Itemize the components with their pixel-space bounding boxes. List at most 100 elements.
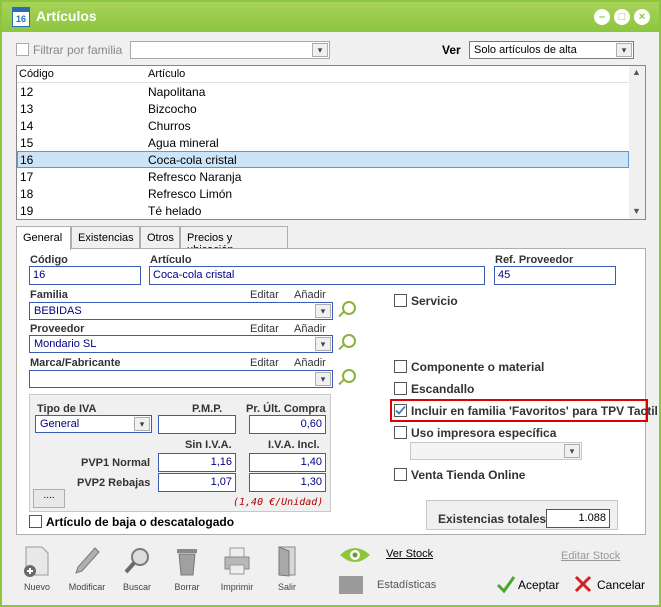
statistics-icon[interactable] [339,576,363,594]
aceptar-label: Aceptar [518,578,560,592]
list-scrollbar[interactable]: ▲ ▼ [629,66,645,219]
list-item[interactable]: 13 Bizcocho [17,100,629,117]
baja-label: Artículo de baja o descatalogado [46,515,235,529]
favoritos-checkbox[interactable] [394,404,407,417]
existencias-label: Existencias totales [438,512,547,526]
servicio-label: Servicio [411,294,458,308]
servicio-checkbox[interactable] [394,294,407,307]
impresora-checkbox[interactable] [394,426,407,439]
pvp1-iva-incl-field[interactable]: 1,40 [249,453,326,472]
venta-online-checkbox[interactable] [394,468,407,481]
borrar-label: Borrar [174,582,200,592]
tab-existencias[interactable]: Existencias [71,226,140,249]
pmp-field[interactable] [158,415,236,434]
marca-editar-link[interactable]: Editar [250,357,279,369]
list-item[interactable]: 15 Agua mineral [17,134,629,151]
codigo-field[interactable]: 16 [29,266,141,285]
close-button[interactable]: × [634,9,650,25]
buscar-button[interactable]: Buscar [115,545,159,592]
filter-familia-select[interactable]: ▾ [130,41,330,59]
pr-ult-compra-field[interactable]: 0,60 [249,415,326,434]
scroll-down-icon[interactable]: ▼ [632,206,641,216]
familia-select[interactable]: BEBIDAS ▾ [29,302,333,320]
impresora-label: Uso impresora específica [411,426,557,440]
proveedor-editar-link[interactable]: Editar [250,323,279,335]
tab-general[interactable]: General [16,226,71,250]
ref-proveedor-field[interactable]: 45 [494,266,616,285]
familia-editar-link[interactable]: Editar [250,289,279,301]
sin-iva-label: Sin I.V.A. [185,439,232,451]
search-icon[interactable] [342,301,356,315]
pr-ult-compra-label: Pr. Últ. Compra [246,403,326,415]
list-item[interactable]: 14 Churros [17,117,629,134]
marca-select[interactable]: ▾ [29,370,333,388]
search-icon[interactable] [342,334,356,348]
list-item-selected[interactable]: 16 Coca-cola cristal [17,151,629,168]
list-item[interactable]: 17 Refresco Naranja [17,168,629,185]
filter-familia-label: Filtrar por familia [33,43,123,57]
estadisticas-link[interactable]: Estadísticas [377,579,436,591]
familia-anadir-link[interactable]: Añadir [294,289,326,301]
buscar-label: Buscar [122,582,151,592]
tipo-iva-value: General [40,418,80,430]
header-codigo[interactable]: Código [19,68,54,80]
marca-anadir-link[interactable]: Añadir [294,357,326,369]
door-exit-icon [278,546,296,577]
pvp2-label: PVP2 Rebajas [77,477,151,489]
list-item[interactable]: 19 Té helado [17,202,629,219]
minimize-button[interactable]: – [594,9,610,25]
salir-button[interactable]: Salir [265,545,309,592]
impresora-select[interactable]: ▾ [410,442,582,460]
pvp2-sin-iva-field[interactable]: 1,07 [158,473,236,492]
eye-icon[interactable] [339,545,371,565]
componente-label: Componente o material [411,360,545,374]
baja-checkbox[interactable] [29,515,42,528]
articulo-label: Artículo [150,254,192,266]
nuevo-button[interactable]: Nuevo [15,545,59,592]
editar-stock-link[interactable]: Editar Stock [561,550,620,562]
imprimir-label: Imprimir [220,582,254,592]
scroll-up-icon[interactable]: ▲ [632,67,641,77]
pvp2-iva-incl-field[interactable]: 1,30 [249,473,326,492]
ver-stock-link[interactable]: Ver Stock [386,548,433,560]
pvp1-sin-iva-field[interactable]: 1,16 [158,453,236,472]
venta-online-label: Venta Tienda Online [411,468,526,482]
chevron-down-icon: ▾ [315,337,331,351]
familia-value: BEBIDAS [34,305,82,317]
modificar-button[interactable]: Modificar [65,545,109,592]
filter-familia-checkbox[interactable] [16,43,29,56]
cancelar-label: Cancelar [597,578,646,592]
more-button[interactable]: .... [33,489,65,508]
maximize-button[interactable]: □ [614,9,630,25]
articulo-field[interactable]: Coca-cola cristal [149,266,485,285]
proveedor-value: Mondario SL [34,338,97,350]
header-articulo[interactable]: Artículo [148,68,185,80]
escandallo-checkbox[interactable] [394,382,407,395]
tab-precios-ubicacion[interactable]: Precios y ubicación [180,226,288,256]
search-icon[interactable] [342,369,356,383]
cancelar-button[interactable]: Cancelar [573,574,645,596]
ver-select[interactable]: Solo artículos de alta ▾ [469,41,634,59]
list-item[interactable]: 18 Refresco Limón [17,185,629,202]
chevron-down-icon: ▾ [315,304,331,318]
check-icon [496,576,516,594]
nuevo-label: Nuevo [23,582,50,592]
imprimir-button[interactable]: Imprimir [215,545,259,592]
list-header: Código Artículo [17,66,629,83]
proveedor-label: Proveedor [30,323,85,335]
chevron-down-icon: ▾ [616,43,632,57]
proveedor-anadir-link[interactable]: Añadir [294,323,326,335]
componente-checkbox[interactable] [394,360,407,373]
articles-list[interactable]: Código Artículo 12 Napolitana 13 Bizcocho … [16,65,646,220]
escandallo-label: Escandallo [411,382,475,396]
articulos-window: 16 Artículos – □ × Filtrar por familia ▾… [0,0,661,607]
tipo-iva-select[interactable]: General ▾ [35,415,152,433]
list-item[interactable]: 12 Napolitana [17,83,629,100]
borrar-button[interactable]: Borrar [165,545,209,592]
proveedor-select[interactable]: Mondario SL ▾ [29,335,333,353]
pvp1-label: PVP1 Normal [81,457,151,469]
ref-proveedor-label: Ref. Proveedor [495,254,574,266]
aceptar-button[interactable]: Aceptar [496,574,564,596]
familia-label: Familia [30,289,68,301]
tab-otros[interactable]: Otros [140,226,180,249]
